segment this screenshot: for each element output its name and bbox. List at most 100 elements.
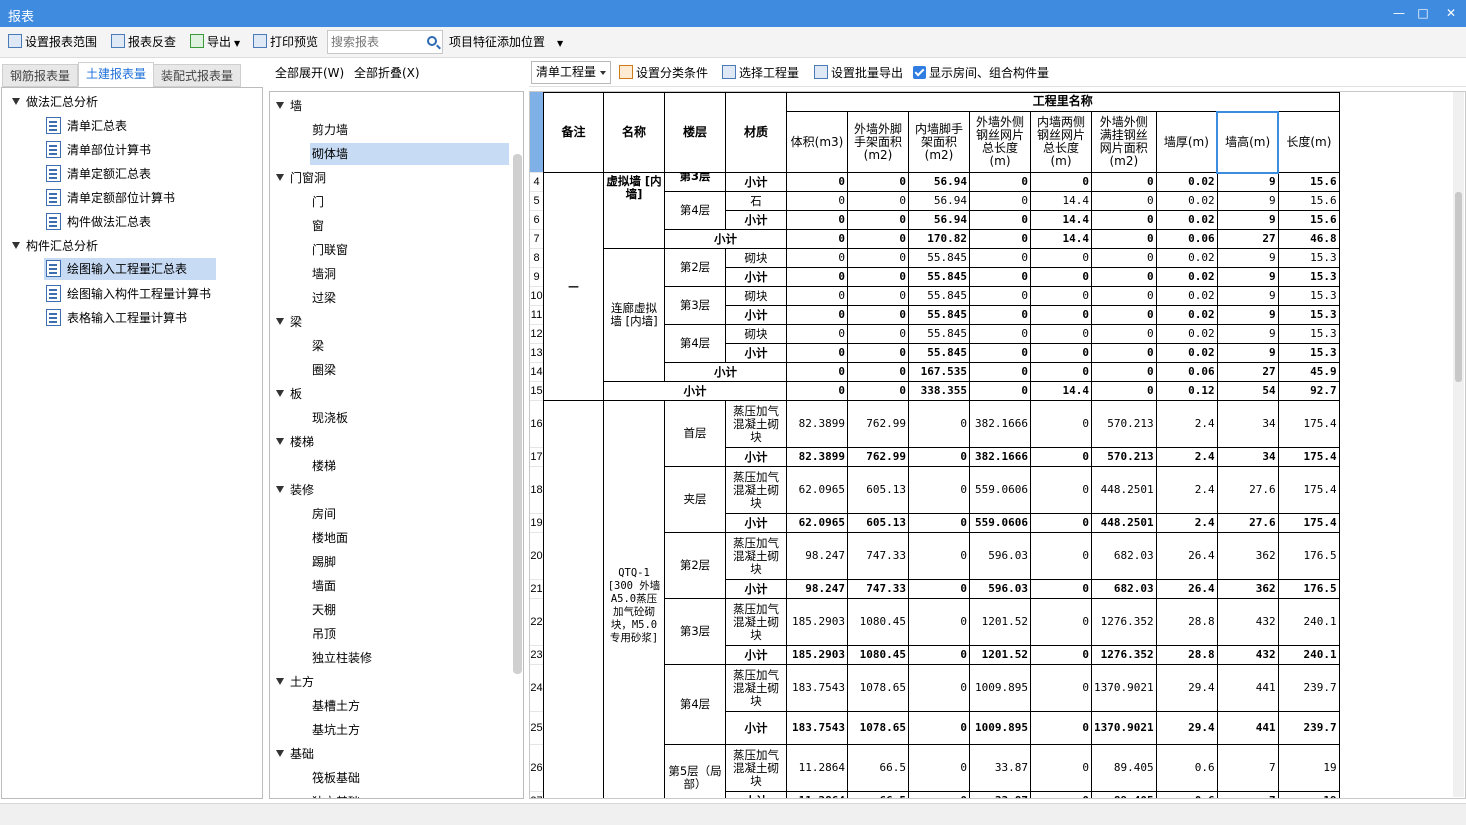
cell[interactable]: 0 [1030,248,1092,268]
cell[interactable]: 240.1 [1277,598,1340,646]
cell[interactable]: 0 [1030,286,1092,306]
close-button[interactable]: ✕ [1439,3,1463,23]
report-search[interactable] [327,30,443,54]
cell[interactable]: 0 [969,210,1031,230]
cell[interactable]: 0 [847,267,909,287]
cell[interactable]: 0 [786,267,848,287]
cell[interactable]: 240.1 [1277,645,1340,665]
tree-item[interactable]: 清单部位计算书 [46,139,151,161]
quantity-type-select[interactable]: 清单工程量 [531,61,611,84]
tree-item-selected[interactable]: 绘图输入工程量汇总表 [44,258,216,280]
collapse-all-button[interactable]: 全部折叠(X) [354,64,420,82]
cell[interactable]: 55.845 [908,286,970,306]
cell[interactable]: 0 [786,172,848,192]
component-item[interactable]: 圈梁 [312,359,336,381]
cell[interactable]: 33.87 [969,744,1031,792]
cell[interactable]: 0 [908,400,970,448]
cell[interactable]: 0 [786,229,848,249]
component-item[interactable]: 门联窗 [312,239,348,261]
row-number[interactable]: 14 [530,362,543,381]
expand-icon[interactable] [12,98,20,105]
cell[interactable]: 0 [1030,324,1092,344]
component-item[interactable]: 楼梯 [312,455,336,477]
cell[interactable]: 432 [1216,645,1279,665]
cell[interactable]: 0.02 [1155,286,1218,306]
cell[interactable]: 0 [1030,362,1092,382]
cell[interactable]: 2.4 [1155,447,1218,467]
row-number[interactable]: 8 [530,248,543,267]
cell[interactable]: 7 [1216,744,1279,792]
cell[interactable]: 0 [1030,664,1092,712]
row-number[interactable]: 22 [530,598,543,645]
search-icon[interactable] [427,36,437,46]
cell[interactable]: 0 [908,447,970,467]
cell[interactable]: 1370.9021 [1091,664,1157,712]
component-item[interactable]: 门 [312,191,324,213]
cell[interactable]: 0 [786,210,848,230]
cell[interactable]: 0.06 [1155,362,1218,382]
cell[interactable]: 1201.52 [969,645,1031,665]
floor-cell[interactable]: 首层 [664,400,726,467]
row-number[interactable]: 9 [530,267,543,286]
cell[interactable]: 0.6 [1155,791,1218,798]
cell[interactable]: 0 [908,532,970,580]
cell[interactable]: 0 [847,381,909,401]
print-preview-button[interactable]: 打印预览 [253,33,318,51]
cell[interactable]: 570.213 [1091,400,1157,448]
cell[interactable]: 0 [908,711,970,745]
cell[interactable]: 0.02 [1155,343,1218,363]
subtotal-cell[interactable]: 小计 [725,343,787,363]
cell[interactable]: 0 [1091,172,1157,192]
expand-icon[interactable] [276,486,284,493]
floor-cell[interactable]: 第4层 [664,191,726,230]
cell[interactable]: 26.4 [1155,532,1218,580]
cell[interactable]: 0 [1030,598,1092,646]
component-item[interactable]: 独立柱装修 [312,647,372,669]
cell[interactable]: 239.7 [1277,711,1340,745]
cell[interactable]: 0 [847,248,909,268]
cell[interactable]: 0 [969,305,1031,325]
name-cell[interactable]: 连廊虚拟墙 [内墙] [603,248,665,382]
cell[interactable]: 0 [969,362,1031,382]
cell[interactable]: 15.3 [1277,286,1340,306]
cell[interactable]: 0 [1091,191,1157,211]
cell[interactable]: 45.9 [1277,362,1340,382]
cell[interactable]: 0 [969,172,1031,192]
cell[interactable]: 55.845 [908,248,970,268]
cell[interactable]: 0 [908,664,970,712]
component-group[interactable]: 楼梯 [276,431,314,453]
cell[interactable]: 596.03 [969,532,1031,580]
subtotal-cell[interactable]: 小计 [725,447,787,467]
cell[interactable]: 362 [1216,579,1279,599]
tree-item[interactable]: 表格输入工程量计算书 [46,307,187,329]
component-group[interactable]: 墙 [276,95,302,117]
cell[interactable]: 15.6 [1277,191,1340,211]
cell[interactable]: 0 [786,362,848,382]
expand-icon[interactable] [276,750,284,757]
cell[interactable]: 0 [786,248,848,268]
scrollbar[interactable] [513,154,522,674]
subtotal-cell[interactable]: 小计 [725,172,787,192]
material-cell[interactable]: 蒸压加气混凝土砌块 [725,598,787,646]
cell[interactable]: 441 [1216,664,1279,712]
cell[interactable]: 1276.352 [1091,645,1157,665]
cell[interactable]: 56.94 [908,210,970,230]
cell[interactable]: 46.8 [1277,229,1340,249]
cell[interactable]: 747.33 [847,532,909,580]
row-number[interactable]: 16 [530,400,543,447]
col-header[interactable]: 外墙外侧钢丝网片总长度(m) [969,111,1031,173]
scrollbar-thumb[interactable] [1455,192,1462,382]
cell[interactable]: 0 [847,210,909,230]
subtotal-cell[interactable]: 小计 [725,791,787,798]
cell[interactable]: 62.0965 [786,466,848,514]
tree-item[interactable]: 清单定额部位计算书 [46,187,175,209]
cell[interactable]: 0 [1030,172,1092,192]
cell[interactable]: 15.3 [1277,343,1340,363]
cell[interactable]: 66.5 [847,744,909,792]
cell[interactable]: 448.2501 [1091,513,1157,533]
set-class-button[interactable]: 设置分类条件 [619,64,708,82]
cell[interactable]: 1370.9021 [1091,711,1157,745]
cell[interactable]: 9 [1216,286,1279,306]
tree-group-method[interactable]: 做法汇总分析 [12,91,98,113]
cell[interactable]: 0 [908,466,970,514]
